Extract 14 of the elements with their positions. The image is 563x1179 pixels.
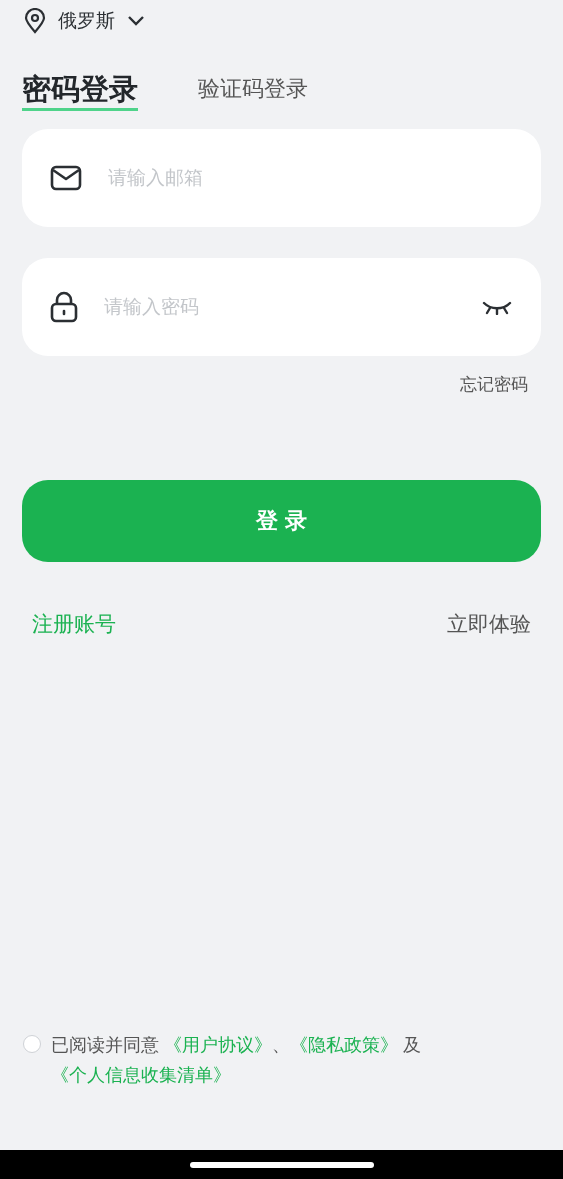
agreement-checkbox[interactable] — [23, 1035, 41, 1053]
country-selector[interactable]: 俄罗斯 — [58, 6, 145, 36]
input-field[interactable]: 请输入密码 — [104, 292, 455, 322]
forgot-password-link[interactable]: 忘记密码 — [460, 372, 528, 398]
try-now-link[interactable]: 立即体验 — [447, 607, 531, 639]
eye-closed-icon[interactable] — [481, 299, 513, 315]
lock-icon — [50, 291, 78, 323]
mail-icon — [50, 165, 82, 191]
login-tab[interactable]: 密码登录 — [22, 72, 138, 111]
login-tab[interactable]: 验证码登录 — [198, 72, 308, 111]
chevron-down-icon — [127, 15, 145, 27]
input-field[interactable]: 请输入邮箱 — [108, 163, 513, 193]
agreement-text: 已阅读并同意 《用户协议》、《隐私政策》 及 《个人信息收集清单》 — [51, 1034, 423, 1087]
location-pin-icon — [24, 8, 46, 34]
